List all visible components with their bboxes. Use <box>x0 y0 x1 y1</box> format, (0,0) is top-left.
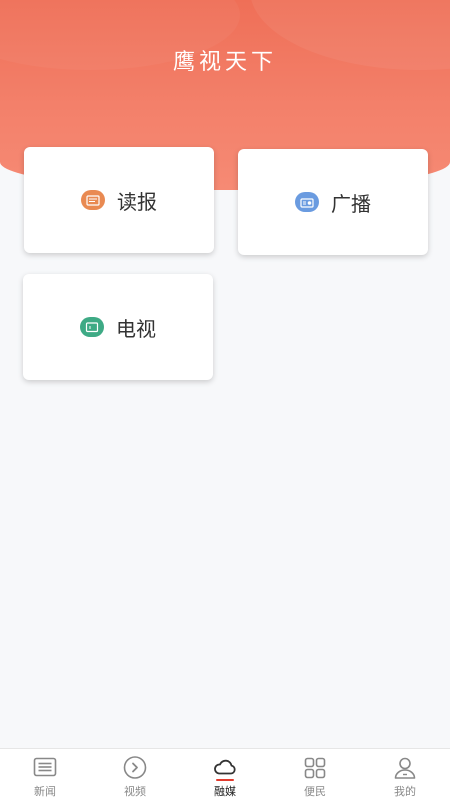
tv-icon <box>80 317 104 337</box>
tab-video[interactable]: 视频 <box>90 749 180 801</box>
tab-label: 便民 <box>304 785 326 798</box>
user-icon <box>394 757 416 779</box>
tab-news[interactable]: 新闻 <box>0 749 90 801</box>
play-circle-icon <box>123 756 147 779</box>
grid-icon <box>304 757 326 779</box>
card-radio[interactable]: 广播 <box>238 149 428 255</box>
card-label: 读报 <box>117 189 157 214</box>
card-read-newspaper[interactable]: 读报 <box>24 147 214 253</box>
card-tv[interactable]: 电视 <box>23 274 213 380</box>
tab-mine[interactable]: 我的 <box>360 749 450 801</box>
cloud-icon <box>214 759 236 775</box>
card-label: 电视 <box>116 316 156 341</box>
page-title: 鹰视天下 <box>172 50 277 75</box>
tab-label: 融媒 <box>214 785 236 798</box>
tab-label: 视频 <box>124 785 146 798</box>
tab-media[interactable]: 融媒 <box>180 749 270 801</box>
bottom-tab-bar: 新闻 视频 融媒 便民 我的 <box>0 748 450 801</box>
radio-icon <box>295 192 319 212</box>
news-icon <box>33 757 57 777</box>
tab-label: 新闻 <box>34 785 56 798</box>
tab-services[interactable]: 便民 <box>270 749 360 801</box>
tab-label: 我的 <box>394 785 416 798</box>
active-tab-indicator <box>216 779 234 781</box>
card-label: 广播 <box>331 191 371 216</box>
newspaper-icon <box>81 190 105 210</box>
